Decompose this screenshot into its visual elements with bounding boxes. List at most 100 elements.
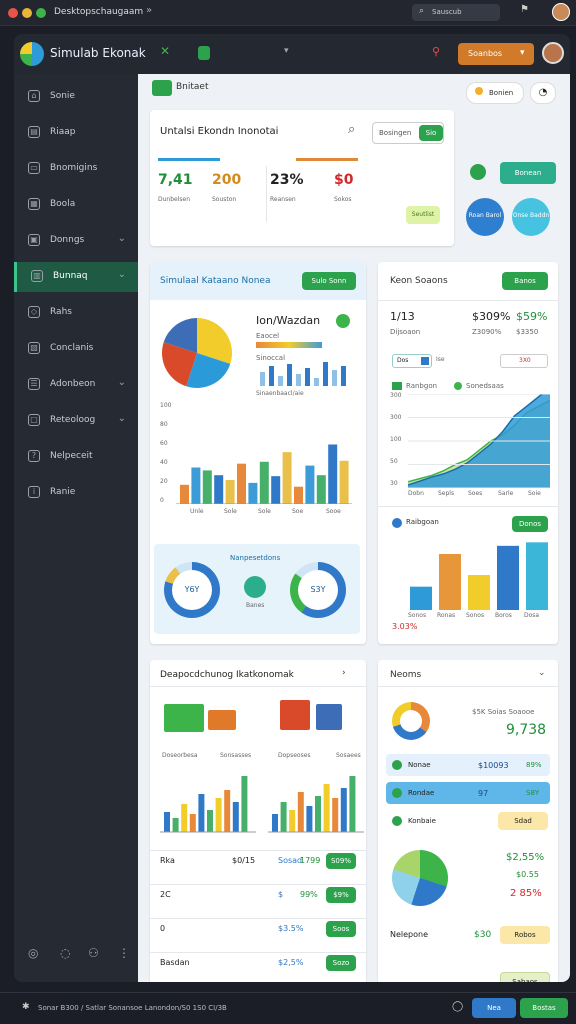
chart-sub: Eaocel bbox=[256, 332, 280, 340]
side-action-button[interactable]: Bonean bbox=[500, 162, 556, 184]
x-tick: Sarle bbox=[498, 490, 514, 497]
sidebar-item-label: Ranie bbox=[50, 487, 76, 497]
chevron-down-icon: ⌄ bbox=[117, 233, 126, 244]
row-label: Rka bbox=[160, 856, 175, 865]
row-button[interactable]: Sozo bbox=[326, 955, 356, 971]
filter-input[interactable]: Bosingen Sio bbox=[372, 122, 444, 144]
mini-bar bbox=[314, 378, 319, 386]
chevron-down-icon: ⌄ bbox=[117, 413, 126, 424]
row-button[interactable]: $9% bbox=[326, 887, 356, 903]
location-icon[interactable] bbox=[336, 314, 350, 328]
sidebar-item[interactable]: ▦ Boola bbox=[14, 190, 138, 220]
metric-circle[interactable]: Onse Baddn bbox=[512, 198, 550, 236]
department-card: Deapocdchunog Ikatkonomak › Doseorbesa So… bbox=[150, 660, 366, 982]
row-button[interactable]: Sdad bbox=[498, 812, 548, 830]
row-button[interactable]: S09% bbox=[326, 853, 356, 869]
more-icon[interactable]: ⋮ bbox=[118, 946, 130, 960]
row-value: $2,5% bbox=[278, 958, 304, 967]
bell-icon[interactable]: ⚑ bbox=[520, 4, 529, 15]
ring-sub: Banes bbox=[246, 602, 265, 609]
user-avatar[interactable] bbox=[542, 42, 564, 64]
row-pct: 89% bbox=[526, 761, 542, 769]
divider bbox=[378, 506, 558, 507]
sidebar-item[interactable]: ▥ Bunnaq ⌄ bbox=[14, 262, 138, 292]
user-icon[interactable]: ⚇ bbox=[88, 946, 99, 960]
sidebar-item[interactable]: ? Nelpeceit bbox=[14, 442, 138, 472]
y-tick: 300 bbox=[390, 414, 402, 421]
search-icon: ⌕ bbox=[419, 6, 425, 16]
bar-chart bbox=[176, 444, 352, 504]
mini-bar bbox=[323, 362, 328, 386]
titlebar-search[interactable]: ⌕ Sauscub bbox=[412, 4, 500, 21]
bar bbox=[297, 792, 304, 832]
sidebar-item-label: Rahs bbox=[50, 307, 72, 317]
legend-swatch bbox=[454, 382, 462, 390]
grid-icon: ▦ bbox=[28, 198, 40, 210]
bar bbox=[225, 480, 235, 504]
sidebar-item-label: Nelpeceit bbox=[50, 451, 93, 461]
sidebar-item[interactable]: ▧ Conclanis bbox=[14, 334, 138, 364]
refresh-icon[interactable] bbox=[470, 164, 486, 180]
status-dot-icon bbox=[475, 87, 483, 95]
tab-icon[interactable] bbox=[198, 46, 210, 60]
footer-button[interactable]: Robos bbox=[500, 926, 550, 944]
search-icon[interactable]: ⌕ bbox=[348, 122, 355, 137]
sidebar-item[interactable]: ◇ Rahs bbox=[14, 298, 138, 328]
sidebar-item[interactable]: ⌂ Sonie bbox=[14, 82, 138, 112]
sidebar-item[interactable]: ▭ Bnomigins bbox=[14, 154, 138, 184]
card-action-button[interactable]: Banos bbox=[502, 272, 548, 290]
bottom-button[interactable]: Sabaos bbox=[500, 972, 550, 982]
minimize-window-button[interactable] bbox=[22, 8, 32, 18]
chevron-down-icon[interactable]: ⌄ bbox=[538, 668, 546, 678]
sidebar-item[interactable]: ☰ Adonbeon ⌄ bbox=[14, 370, 138, 400]
chevron-down-icon: ⌄ bbox=[117, 377, 126, 388]
folder-icon: ▭ bbox=[28, 162, 40, 174]
bar bbox=[214, 475, 224, 504]
status-button[interactable]: Nea bbox=[472, 998, 516, 1018]
close-window-button[interactable] bbox=[8, 8, 18, 18]
app-title: Simulab Ekonak bbox=[50, 46, 146, 60]
chevron-right-icon[interactable]: › bbox=[342, 668, 346, 678]
sub-chart-title: Raibgoan bbox=[406, 518, 439, 526]
maximize-window-button[interactable] bbox=[36, 8, 46, 18]
filter-chip-label: Dos bbox=[397, 357, 409, 364]
help-icon: ? bbox=[28, 450, 40, 462]
sidebar-item[interactable]: i Ranie bbox=[14, 478, 138, 508]
chip-icon bbox=[421, 357, 429, 365]
close-tab-icon[interactable]: ✕ bbox=[160, 44, 170, 58]
filter-chip[interactable]: 3X0 bbox=[500, 354, 548, 368]
moon-icon[interactable]: ◌ bbox=[60, 946, 70, 960]
chat-icon[interactable]: ◯ bbox=[452, 1001, 463, 1012]
go-button[interactable]: Sio bbox=[419, 125, 443, 141]
chevron-down-icon[interactable]: ▾ bbox=[284, 46, 289, 56]
pin-icon[interactable]: ⚲ bbox=[432, 45, 440, 58]
status-button[interactable]: Bostas bbox=[520, 998, 568, 1018]
breadcrumb-icon[interactable] bbox=[152, 80, 172, 96]
settings-icon[interactable]: ◔ bbox=[530, 82, 556, 104]
row-value: 1799 bbox=[300, 856, 321, 865]
row-button[interactable]: Soos bbox=[326, 921, 356, 937]
globe-icon[interactable]: ◎ bbox=[28, 946, 38, 960]
donut-chart bbox=[392, 702, 430, 740]
bar bbox=[207, 810, 213, 832]
tab-expand-icon[interactable]: » bbox=[146, 5, 152, 16]
chart-sub: Sinaenbaacl/aie bbox=[256, 390, 304, 397]
sub-chart-button[interactable]: Donos bbox=[512, 516, 548, 532]
stat-underline bbox=[158, 158, 220, 161]
metric-circle[interactable]: Roan Barol bbox=[466, 198, 504, 236]
card-action-button[interactable]: Sulo Sonn bbox=[302, 272, 356, 290]
header-action-label: Soanbos bbox=[468, 49, 503, 58]
status-badge: Seutlist bbox=[406, 206, 440, 224]
header-action-button[interactable]: Soanbos ▾ bbox=[458, 43, 534, 65]
sidebar-item[interactable]: ▤ Riaap bbox=[14, 118, 138, 148]
sidebar-item[interactable]: ▢ Reteoloog ⌄ bbox=[14, 406, 138, 436]
filter-chip[interactable]: Dos bbox=[392, 354, 432, 368]
filter-chip-label[interactable]: Ise bbox=[436, 356, 445, 363]
bar bbox=[306, 806, 313, 832]
avatar[interactable] bbox=[552, 3, 570, 21]
toolbar-pill[interactable]: Bonien bbox=[466, 82, 524, 104]
sidebar-item[interactable]: ▣ Donngs ⌄ bbox=[14, 226, 138, 256]
chevron-down-icon: ▾ bbox=[520, 48, 525, 58]
mini-bar bbox=[296, 374, 301, 386]
breadcrumb[interactable]: Bnitaet bbox=[176, 82, 209, 92]
